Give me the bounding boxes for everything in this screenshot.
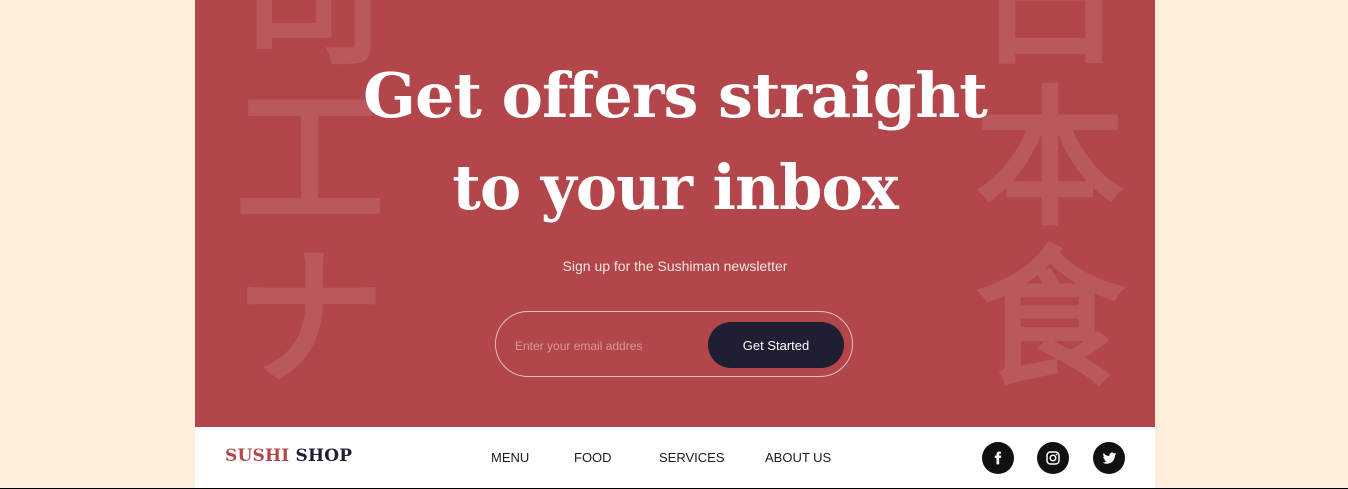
- site-logo[interactable]: SUSHI SHOP: [225, 446, 352, 466]
- twitter-icon: [1102, 452, 1116, 464]
- twitter-link[interactable]: [1093, 442, 1125, 474]
- get-started-button[interactable]: Get Started: [708, 322, 844, 368]
- facebook-icon: [994, 451, 1002, 465]
- instagram-link[interactable]: [1037, 442, 1069, 474]
- nav-link-about-us[interactable]: ABOUT US: [765, 450, 831, 465]
- logo-part-sushi: SUSHI: [225, 446, 290, 466]
- nav-link-menu[interactable]: MENU: [491, 450, 529, 465]
- footer-bar: SUSHI SHOP MENU FOOD SERVICES ABOUT US: [195, 427, 1155, 489]
- instagram-icon: [1046, 451, 1060, 465]
- newsletter-headline: Get offers straight to your inbox: [195, 50, 1155, 234]
- nav-link-services[interactable]: SERVICES: [659, 450, 725, 465]
- newsletter-banner: 司 工 ナ 日 本 食 Get offers straight to your …: [195, 0, 1155, 427]
- headline-line-1: Get offers straight: [363, 59, 988, 132]
- nav-link-food[interactable]: FOOD: [574, 450, 612, 465]
- headline-line-2: to your inbox: [452, 151, 899, 224]
- newsletter-form: Get Started: [495, 311, 853, 377]
- email-input[interactable]: [513, 332, 707, 360]
- logo-part-shop: SHOP: [295, 446, 353, 466]
- newsletter-subtitle: Sign up for the Sushiman newsletter: [562, 258, 788, 274]
- facebook-link[interactable]: [982, 442, 1014, 474]
